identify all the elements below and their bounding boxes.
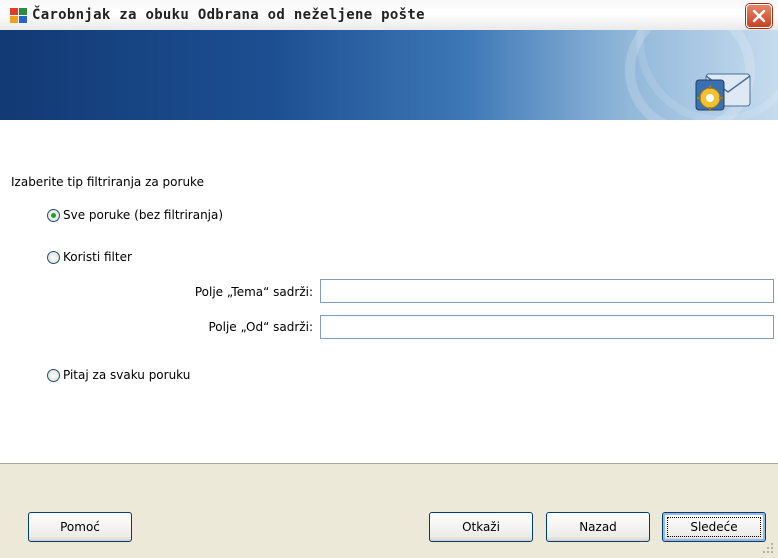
next-button[interactable]: Sledeće	[662, 512, 766, 542]
radio-all-messages[interactable]	[47, 208, 60, 222]
cancel-button[interactable]: Otkaži	[429, 512, 533, 542]
header-banner	[0, 30, 778, 120]
wizard-window: Čarobnjak za obuku Odbrana od neželjene …	[0, 0, 778, 558]
mail-settings-icon	[695, 73, 751, 111]
option-ask-each-label: Pitaj za svaku poruku	[63, 368, 191, 382]
focus-rectangle	[667, 517, 761, 537]
option-all-messages-label: Sve poruke (bez filtriranja)	[63, 208, 224, 222]
subject-field-label: Polje „Tema“ sadrži:	[194, 285, 313, 299]
back-button-label: Nazad	[579, 520, 617, 534]
close-button[interactable]	[746, 4, 772, 28]
option-use-filter-label: Koristi filter	[63, 250, 132, 264]
back-button[interactable]: Nazad	[546, 512, 650, 542]
close-icon	[752, 9, 766, 23]
title-bar[interactable]: Čarobnjak za obuku Odbrana od neželjene …	[0, 0, 778, 31]
filter-type-prompt: Izaberite tip filtriranja za poruke	[11, 175, 204, 189]
banner-swirl-decoration	[625, 30, 778, 120]
help-button[interactable]: Pomoć	[28, 512, 132, 542]
option-use-filter[interactable]: Koristi filter	[47, 250, 132, 264]
option-all-messages[interactable]: Sve poruke (bez filtriranja)	[47, 208, 223, 222]
footer-divider	[0, 463, 778, 464]
window-title: Čarobnjak za obuku Odbrana od neželjene …	[32, 7, 425, 23]
resize-grip-icon[interactable]	[760, 540, 774, 554]
from-field-label: Polje „Od“ sadrži:	[208, 320, 313, 334]
radio-ask-each[interactable]	[47, 368, 60, 382]
avg-logo-icon	[10, 8, 27, 23]
cancel-button-label: Otkaži	[462, 520, 500, 534]
option-ask-each[interactable]: Pitaj za svaku poruku	[47, 368, 190, 382]
radio-use-filter[interactable]	[47, 250, 60, 264]
subject-contains-input[interactable]	[320, 279, 774, 303]
wizard-content: Izaberite tip filtriranja za poruke Sve …	[0, 120, 778, 463]
from-contains-input[interactable]	[320, 315, 774, 339]
help-button-label: Pomoć	[60, 520, 100, 534]
